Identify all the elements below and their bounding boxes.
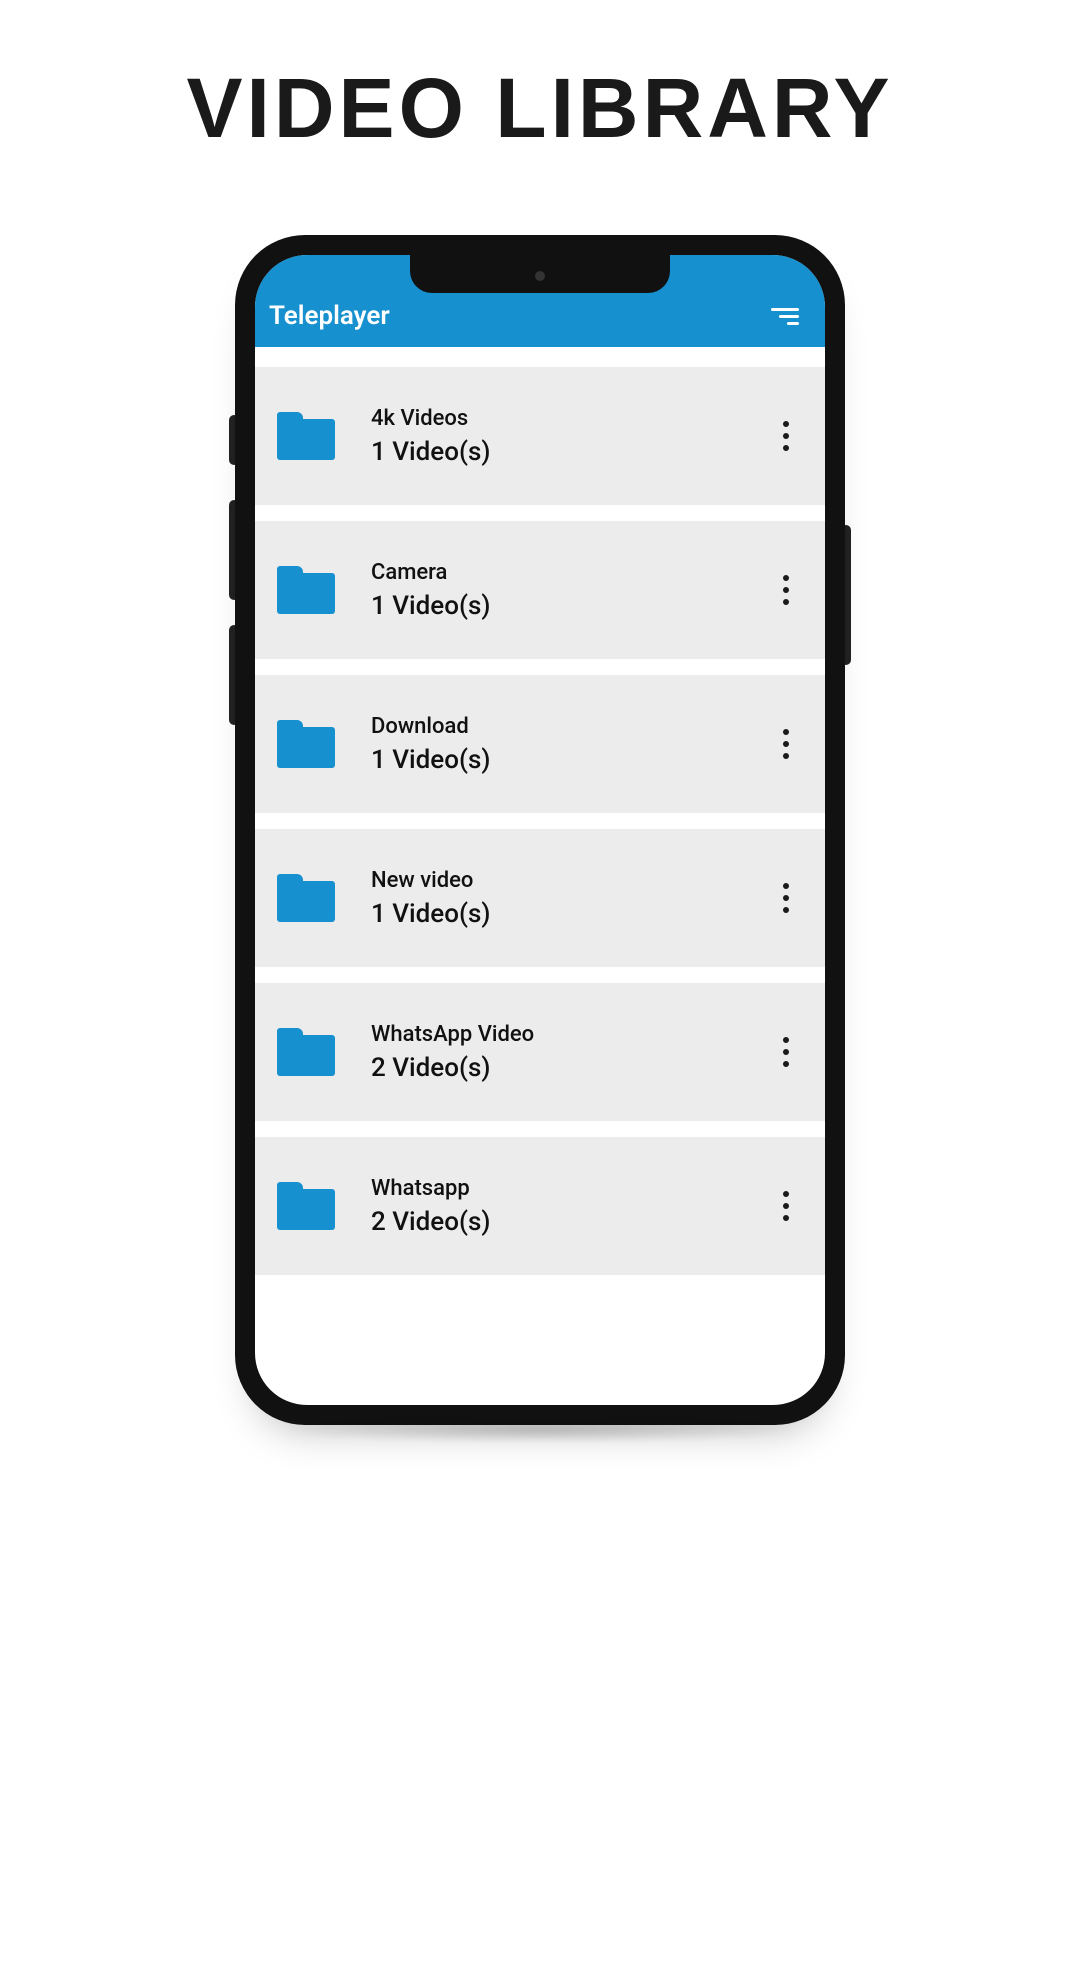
more-vert-icon[interactable]	[771, 1191, 801, 1221]
app-title: Teleplayer	[269, 301, 390, 331]
folder-row[interactable]: 4k Videos 1 Video(s)	[255, 367, 825, 505]
folder-list: 4k Videos 1 Video(s) Camera 1 Video(s)	[255, 347, 825, 1275]
folder-count: 2 Video(s)	[371, 1207, 771, 1237]
folder-row-text: Whatsapp 2 Video(s)	[371, 1176, 771, 1237]
folder-name: Download	[371, 714, 771, 739]
folder-row-text: Download 1 Video(s)	[371, 714, 771, 775]
sort-icon[interactable]	[765, 302, 805, 331]
folder-name: Whatsapp	[371, 1176, 771, 1201]
folder-row-text: Camera 1 Video(s)	[371, 560, 771, 621]
more-vert-icon[interactable]	[771, 421, 801, 451]
folder-icon	[277, 1028, 335, 1076]
folder-icon	[277, 720, 335, 768]
folder-icon	[277, 874, 335, 922]
phone-notch	[410, 255, 670, 293]
phone-screen: Teleplayer 4k Videos 1 Video(s)	[255, 255, 825, 1405]
folder-count: 1 Video(s)	[371, 437, 771, 467]
folder-row[interactable]: WhatsApp Video 2 Video(s)	[255, 983, 825, 1121]
folder-row[interactable]: Camera 1 Video(s)	[255, 521, 825, 659]
folder-name: Camera	[371, 560, 771, 585]
page-title: VIDEO LIBRARY	[0, 60, 1080, 157]
folder-icon	[277, 1182, 335, 1230]
phone-frame: Teleplayer 4k Videos 1 Video(s)	[235, 235, 845, 1425]
folder-name: New video	[371, 868, 771, 893]
phone-shadow	[280, 1417, 800, 1443]
folder-icon	[277, 412, 335, 460]
folder-icon	[277, 566, 335, 614]
folder-row-text: New video 1 Video(s)	[371, 868, 771, 929]
folder-count: 2 Video(s)	[371, 1053, 771, 1083]
folder-row-text: 4k Videos 1 Video(s)	[371, 406, 771, 467]
more-vert-icon[interactable]	[771, 729, 801, 759]
folder-name: WhatsApp Video	[371, 1022, 771, 1047]
more-vert-icon[interactable]	[771, 883, 801, 913]
folder-row[interactable]: Download 1 Video(s)	[255, 675, 825, 813]
folder-count: 1 Video(s)	[371, 745, 771, 775]
folder-row-text: WhatsApp Video 2 Video(s)	[371, 1022, 771, 1083]
phone-mockup: Teleplayer 4k Videos 1 Video(s)	[235, 235, 845, 1425]
more-vert-icon[interactable]	[771, 1037, 801, 1067]
folder-row[interactable]: New video 1 Video(s)	[255, 829, 825, 967]
more-vert-icon[interactable]	[771, 575, 801, 605]
folder-row[interactable]: Whatsapp 2 Video(s)	[255, 1137, 825, 1275]
folder-count: 1 Video(s)	[371, 591, 771, 621]
folder-name: 4k Videos	[371, 406, 771, 431]
folder-count: 1 Video(s)	[371, 899, 771, 929]
